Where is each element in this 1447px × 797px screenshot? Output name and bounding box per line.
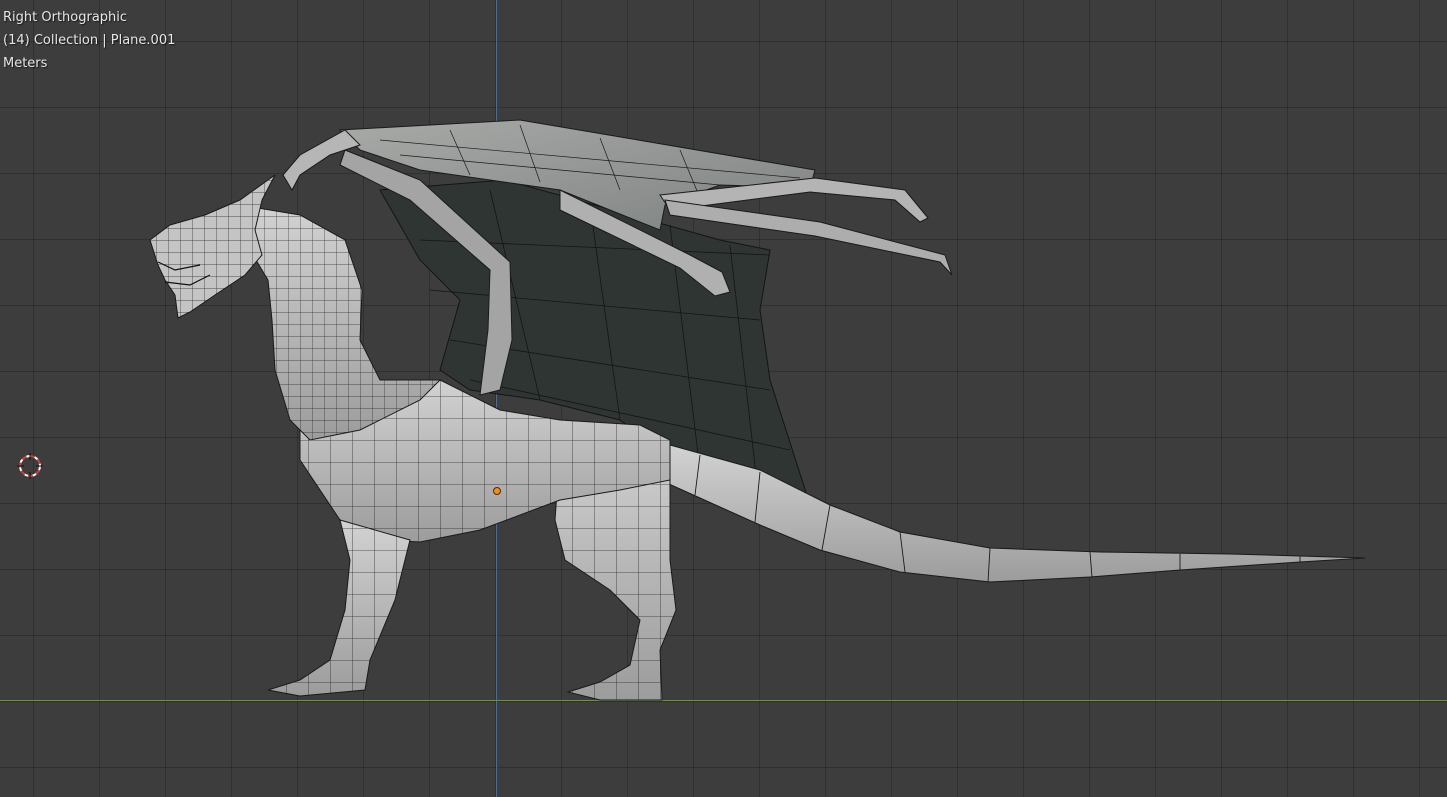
view-name-label: Right Orthographic xyxy=(3,10,128,25)
3d-viewport[interactable]: Right Orthographic (14) Collection | Pla… xyxy=(0,0,1447,797)
object-origin-icon xyxy=(493,487,501,495)
units-label: Meters xyxy=(3,56,48,71)
3d-cursor-icon[interactable] xyxy=(17,453,43,479)
collection-info-label: (14) Collection | Plane.001 xyxy=(3,33,176,48)
dragon-mesh[interactable] xyxy=(0,0,1447,797)
viewport-info-overlay: Right Orthographic (14) Collection | Pla… xyxy=(3,6,175,75)
